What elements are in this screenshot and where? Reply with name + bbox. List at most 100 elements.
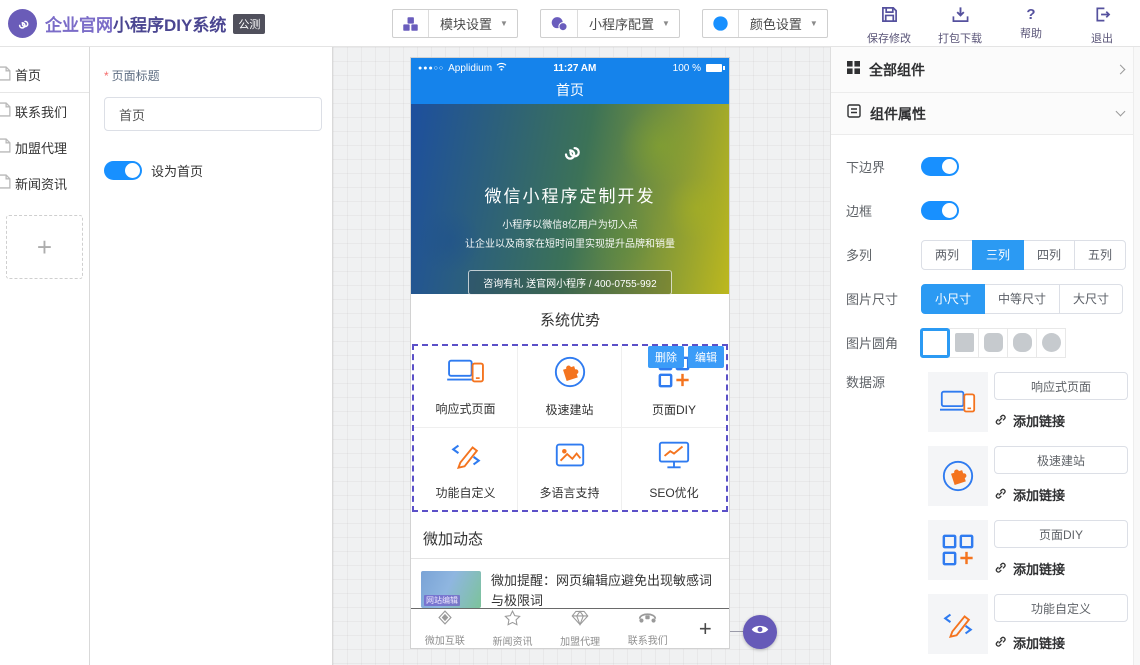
all-components-header[interactable]: 全部组件 <box>831 47 1140 93</box>
hero-banner[interactable]: 微信小程序定制开发 小程序以微信8亿用户为切入点 让企业以及商家在短时间里实现提… <box>411 104 729 294</box>
save-button[interactable]: 保存修改 <box>863 6 915 46</box>
set-home-label: 设为首页 <box>151 161 203 180</box>
page-title-input[interactable] <box>104 97 322 131</box>
bottom-border-row: 下边界 <box>846 151 1140 182</box>
bottom-border-toggle[interactable] <box>921 157 959 176</box>
tab-label: 加盟代理 <box>560 633 600 648</box>
carousel-dot-active[interactable] <box>585 307 593 315</box>
add-tab-button[interactable]: + <box>682 616 729 642</box>
datasource-row: 添加链接 <box>846 446 1140 506</box>
image-radius-options <box>921 328 1066 358</box>
preview-button[interactable] <box>743 615 777 649</box>
grid-item-seo[interactable]: SEO优化 <box>622 428 726 510</box>
border-toggle[interactable] <box>921 201 959 220</box>
document-icon <box>0 174 11 192</box>
sidebar-item-agency[interactable]: 加盟代理 <box>0 129 89 165</box>
panel-scrollbar[interactable] <box>1133 47 1140 665</box>
star-icon <box>504 610 521 631</box>
chevron-down-icon <box>1116 107 1126 117</box>
option-four-columns[interactable]: 四列 <box>1023 240 1075 270</box>
module-settings-button[interactable]: 模块设置 ▼ <box>392 9 518 38</box>
border-label: 边框 <box>846 201 921 220</box>
add-link-label: 添加链接 <box>1013 633 1065 652</box>
advantages-section-title: 系统优势 <box>411 294 729 344</box>
delete-component-button[interactable]: 删除 <box>648 346 684 368</box>
gem-icon <box>571 610 589 631</box>
hero-title: 微信小程序定制开发 <box>485 182 656 207</box>
advantages-grid: 响应式页面 极速建站 页面DIY <box>414 346 726 510</box>
option-medium-size[interactable]: 中等尺寸 <box>984 284 1060 314</box>
datasource-name-input[interactable] <box>994 372 1128 400</box>
image-radius-label: 图片圆角 <box>846 333 921 352</box>
selected-component-outline[interactable]: 删除 编辑 响应式页面 极速建站 <box>412 344 728 512</box>
puzzle-icon <box>553 355 587 394</box>
radius-option-slight[interactable] <box>949 328 979 358</box>
image-size-row: 图片尺寸 小尺寸 中等尺寸 大尺寸 <box>846 283 1140 314</box>
news-section-title: 微加动态 <box>411 512 729 559</box>
battery-icon <box>706 64 722 72</box>
header-menus: 模块设置 ▼ 小程序配置 ▼ 颜色设置 ▼ <box>392 9 828 38</box>
component-props-header[interactable]: 组件属性 <box>831 93 1140 135</box>
option-two-columns[interactable]: 两列 <box>921 240 973 270</box>
option-three-columns-selected[interactable]: 三列 <box>972 240 1024 270</box>
exit-button[interactable]: 退出 <box>1076 6 1128 46</box>
add-link-button[interactable]: 添加链接 <box>994 485 1128 504</box>
grid-item-multilang[interactable]: 多语言支持 <box>518 428 622 510</box>
miniprogram-config-button[interactable]: 小程序配置 ▼ <box>540 9 680 38</box>
radius-option-medium[interactable] <box>978 328 1008 358</box>
carousel-dot[interactable] <box>547 307 555 315</box>
sidebar-item-contact[interactable]: 联系我们 <box>0 93 89 129</box>
edit-component-button[interactable]: 编辑 <box>688 346 724 368</box>
news-list-item[interactable]: 网站编辑 微加提醒：网页编辑应避免出现敏感词与极限词 <box>411 559 729 611</box>
set-home-toggle[interactable] <box>104 161 142 180</box>
radius-option-square-selected[interactable] <box>920 328 950 358</box>
phone-nav-title: 首页 <box>411 78 729 104</box>
tab-contact[interactable]: 联系我们 <box>614 610 682 647</box>
datasource-row: 数据源 添加链接 <box>846 372 1140 432</box>
color-settings-button[interactable]: 颜色设置 ▼ <box>702 9 828 38</box>
seo-icon <box>657 438 691 477</box>
add-link-button[interactable]: 添加链接 <box>994 411 1128 430</box>
tab-news[interactable]: 新闻资讯 <box>479 610 547 648</box>
image-size-label: 图片尺寸 <box>846 289 921 308</box>
preview-connector-line <box>730 631 744 632</box>
option-five-columns[interactable]: 五列 <box>1074 240 1126 270</box>
weijia-icon <box>435 610 455 630</box>
plus-icon: + <box>37 232 52 263</box>
main-area: 首页 联系我们 加盟代理 新闻资讯 + *页面标题 设为首页 ●●●○○ <box>0 47 1140 665</box>
datasource-name-input[interactable] <box>994 520 1128 548</box>
grid-item-responsive[interactable]: 响应式页面 <box>414 346 518 428</box>
phone-tab-bar: 微加互联 新闻资讯 加盟代理 <box>411 608 729 648</box>
radius-option-large[interactable] <box>1007 328 1037 358</box>
help-icon: ? <box>1026 6 1035 23</box>
responsive-icon <box>447 356 485 393</box>
multi-column-label: 多列 <box>846 245 921 264</box>
hero-phone-pill: 咨询有礼 送官网小程序 / 400-0755-992 <box>468 270 671 295</box>
add-link-label: 添加链接 <box>1013 411 1065 430</box>
help-button[interactable]: ? 帮助 <box>1005 6 1057 46</box>
option-large-size[interactable]: 大尺寸 <box>1059 284 1123 314</box>
download-button[interactable]: 打包下载 <box>934 6 986 46</box>
border-row: 边框 <box>846 195 1140 226</box>
chain-link-icon <box>994 635 1007 651</box>
sidebar-item-home[interactable]: 首页 <box>0 57 89 93</box>
add-link-button[interactable]: 添加链接 <box>994 633 1128 652</box>
add-link-button[interactable]: 添加链接 <box>994 559 1128 578</box>
radius-option-circle[interactable] <box>1036 328 1066 358</box>
datasource-name-input[interactable] <box>994 446 1128 474</box>
component-properties-panel: 全部组件 组件属性 下边界 边框 多列 两列 三列 四列 五列 <box>830 47 1140 665</box>
sidebar-item-news[interactable]: 新闻资讯 <box>0 165 89 201</box>
datasource-name-input[interactable] <box>994 594 1128 622</box>
grid-item-fastbuild[interactable]: 极速建站 <box>518 346 622 428</box>
option-small-size-selected[interactable]: 小尺寸 <box>921 284 985 314</box>
grid-item-label: SEO优化 <box>649 484 698 501</box>
wifi-icon <box>496 62 507 74</box>
add-page-button[interactable]: + <box>6 215 83 279</box>
carousel-dot[interactable] <box>566 307 574 315</box>
list-icon <box>847 104 861 123</box>
news-thumbnail: 网站编辑 <box>421 571 481 608</box>
set-home-row: 设为首页 <box>104 161 332 180</box>
tab-agency[interactable]: 加盟代理 <box>546 610 614 648</box>
grid-item-custom[interactable]: 功能自定义 <box>414 428 518 510</box>
tab-weijia[interactable]: 微加互联 <box>411 610 479 647</box>
